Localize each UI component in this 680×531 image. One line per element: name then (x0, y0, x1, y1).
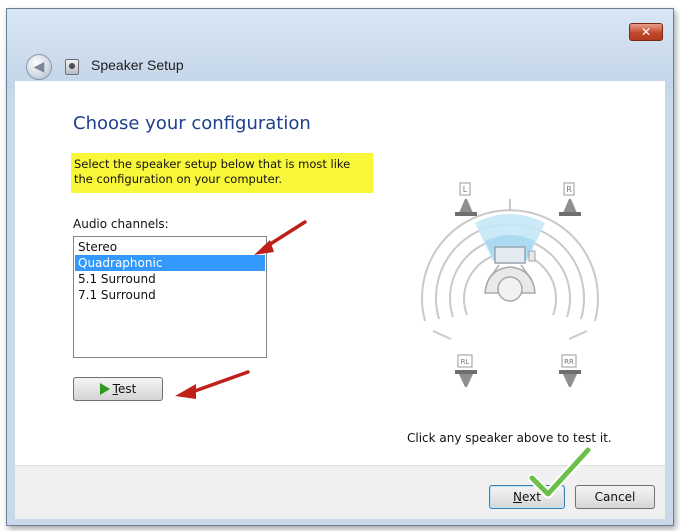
speaker-setup-icon (65, 59, 79, 75)
instruction-text: Select the speaker setup below that is m… (71, 153, 373, 193)
list-item-7-1-surround[interactable]: 7.1 Surround (75, 287, 265, 303)
test-button-label: est (117, 382, 137, 396)
test-button[interactable]: Test (73, 377, 163, 401)
audio-channels-listbox[interactable]: Stereo Quadraphonic 5.1 Surround 7.1 Sur… (73, 236, 267, 358)
next-button[interactable]: Next (489, 485, 565, 509)
close-button[interactable]: ✕ (629, 23, 663, 41)
list-item-quadraphonic[interactable]: Quadraphonic (75, 255, 265, 271)
window-title: Speaker Setup (91, 57, 184, 73)
audio-channels-label: Audio channels: (73, 217, 169, 231)
cancel-button[interactable]: Cancel (575, 485, 655, 509)
next-button-accel: N (513, 490, 522, 504)
footer-bar: Next Cancel (15, 465, 665, 519)
list-item-5-1-surround[interactable]: 5.1 Surround (75, 271, 265, 287)
speaker-setup-window: ✕ ◀ Speaker Setup Choose your configurat… (6, 8, 674, 526)
title-bar (7, 9, 673, 89)
play-icon (99, 382, 110, 395)
hint-text: Click any speaker above to test it. (407, 431, 612, 445)
list-item-stereo[interactable]: Stereo (75, 239, 265, 255)
page-heading: Choose your configuration (73, 113, 311, 134)
next-button-label: ext (522, 490, 541, 504)
content-area: Choose your configuration Select the spe… (15, 81, 665, 465)
back-arrow-icon[interactable]: ◀ (26, 54, 52, 80)
speaker-diagram (421, 199, 599, 340)
